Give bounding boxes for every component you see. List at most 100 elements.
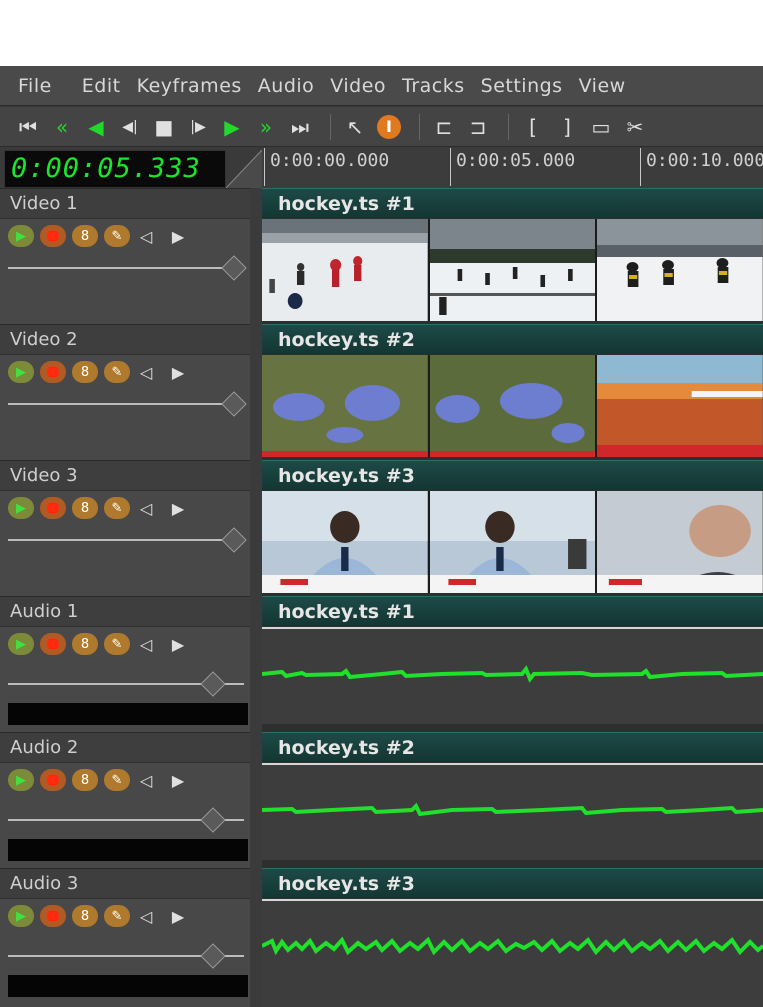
ruler-label: 0:00:10.000 <box>646 150 763 171</box>
clip-title-audio-3[interactable]: hockey.ts #3 <box>262 868 763 898</box>
menu-edit[interactable]: Edit <box>82 75 137 97</box>
fast-forward-icon[interactable]: » <box>252 113 280 141</box>
play-icon[interactable]: ▶ <box>8 497 34 519</box>
track-controls: ▶ 8 ✎ ◁ ▶ <box>8 225 200 247</box>
fast-rewind-icon[interactable]: « <box>48 113 76 141</box>
menu-tracks[interactable]: Tracks <box>402 75 481 97</box>
record-icon[interactable] <box>40 769 66 791</box>
play-icon[interactable]: ▶ <box>8 633 34 655</box>
expand-icon[interactable]: ▶ <box>168 497 188 519</box>
menu-video[interactable]: Video <box>330 75 402 97</box>
audio-clip-audio-1[interactable] <box>262 627 763 724</box>
opacity-slider[interactable] <box>8 267 244 269</box>
scissors-icon[interactable]: ✂ <box>621 113 649 141</box>
text-cursor-icon[interactable]: I <box>375 113 403 141</box>
play-icon[interactable]: ▶ <box>8 905 34 927</box>
track-controls: ▶ 8 ✎ ◁ ▶ <box>8 361 200 383</box>
edit-icon[interactable]: ✎ <box>104 225 130 247</box>
slider-handle[interactable] <box>221 391 247 417</box>
clip-thumbnails-video-3[interactable] <box>262 491 763 593</box>
record-icon[interactable] <box>40 905 66 927</box>
expand-icon[interactable]: ▶ <box>168 633 188 655</box>
toolbar-separator <box>419 113 420 140</box>
speaker-icon[interactable]: ◁ <box>136 361 156 383</box>
mark-out-icon[interactable]: ] <box>553 113 581 141</box>
lock-icon[interactable]: 8 <box>72 225 98 247</box>
lock-icon[interactable]: 8 <box>72 633 98 655</box>
skip-start-icon[interactable]: ⏮ <box>14 113 42 141</box>
clip-thumbnails-video-1[interactable] <box>262 219 763 321</box>
menu-keyframes[interactable]: Keyframes <box>137 75 258 97</box>
menu-view[interactable]: View <box>579 75 642 97</box>
timeline-ruler[interactable]: 0:00:00.000 0:00:05.000 0:00:10.000 <box>262 148 763 188</box>
track-name: Audio 1 <box>0 597 250 627</box>
rewind-icon[interactable]: ◀ <box>82 113 110 141</box>
ruler-label: 0:00:00.000 <box>270 150 390 171</box>
track-controls: ▶ 8 ✎ ◁ ▶ <box>8 497 200 519</box>
track-name: Video 1 <box>0 189 250 219</box>
track-name: Audio 3 <box>0 869 250 899</box>
lock-icon[interactable]: 8 <box>72 905 98 927</box>
speaker-icon[interactable]: ◁ <box>136 905 156 927</box>
unlink-icon[interactable]: ⊐ <box>464 113 492 141</box>
opacity-slider[interactable] <box>8 403 244 405</box>
skip-end-icon[interactable]: ⏭ <box>286 113 314 141</box>
expand-icon[interactable]: ▶ <box>168 361 188 383</box>
lock-icon[interactable]: 8 <box>72 497 98 519</box>
audio-level-meter <box>8 975 248 997</box>
pointer-icon[interactable]: ↖ <box>341 113 369 141</box>
slider-handle[interactable] <box>221 255 247 281</box>
clip-icon[interactable]: ▭ <box>587 113 615 141</box>
play-icon[interactable]: ▶ <box>8 225 34 247</box>
link-icon[interactable]: ⊏ <box>430 113 458 141</box>
clip-title-video-3[interactable]: hockey.ts #3 <box>262 460 763 490</box>
clip-title-video-1[interactable]: hockey.ts #1 <box>262 188 763 218</box>
slider-handle[interactable] <box>200 807 226 833</box>
step-forward-icon[interactable]: |▶ <box>184 113 212 141</box>
slider-handle[interactable] <box>221 527 247 553</box>
clip-title-audio-2[interactable]: hockey.ts #2 <box>262 732 763 762</box>
expand-icon[interactable]: ▶ <box>168 225 188 247</box>
speaker-icon[interactable]: ◁ <box>136 225 156 247</box>
record-icon[interactable] <box>40 633 66 655</box>
clip-thumbnails-video-2[interactable] <box>262 355 763 457</box>
step-back-icon[interactable]: ◀| <box>116 113 144 141</box>
play-icon[interactable]: ▶ <box>8 769 34 791</box>
menu-audio[interactable]: Audio <box>258 75 331 97</box>
edit-icon[interactable]: ✎ <box>104 633 130 655</box>
track-header-video-1: Video 1 ▶ 8 ✎ ◁ ▶ <box>0 188 250 324</box>
video-editor-window: File Edit Keyframes Audio Video Tracks S… <box>0 66 763 1007</box>
speaker-icon[interactable]: ◁ <box>136 633 156 655</box>
edit-icon[interactable]: ✎ <box>104 905 130 927</box>
record-icon[interactable] <box>40 225 66 247</box>
expand-icon[interactable]: ▶ <box>168 769 188 791</box>
lock-icon[interactable]: 8 <box>72 769 98 791</box>
play-icon[interactable]: ▶ <box>218 113 246 141</box>
menu-settings[interactable]: Settings <box>481 75 579 97</box>
slider-handle[interactable] <box>200 671 226 697</box>
audio-clip-audio-3[interactable] <box>262 899 763 1007</box>
record-icon[interactable] <box>40 497 66 519</box>
stop-icon[interactable]: ■ <box>150 113 178 141</box>
record-icon[interactable] <box>40 361 66 383</box>
video-thumbnail <box>429 491 598 593</box>
edit-icon[interactable]: ✎ <box>104 497 130 519</box>
audio-clip-audio-2[interactable] <box>262 763 763 860</box>
lock-icon[interactable]: 8 <box>72 361 98 383</box>
expand-icon[interactable]: ▶ <box>168 905 188 927</box>
clip-title-audio-1[interactable]: hockey.ts #1 <box>262 596 763 626</box>
audio-waveform <box>262 802 763 817</box>
menu-file[interactable]: File <box>0 75 82 97</box>
slider-handle[interactable] <box>200 943 226 969</box>
edit-icon[interactable]: ✎ <box>104 769 130 791</box>
speaker-icon[interactable]: ◁ <box>136 769 156 791</box>
opacity-slider[interactable] <box>8 539 244 541</box>
track-name: Video 3 <box>0 461 250 491</box>
play-icon[interactable]: ▶ <box>8 361 34 383</box>
speaker-icon[interactable]: ◁ <box>136 497 156 519</box>
video-thumbnail <box>262 219 430 321</box>
mark-in-icon[interactable]: [ <box>519 113 547 141</box>
clip-title-video-2[interactable]: hockey.ts #2 <box>262 324 763 354</box>
edit-icon[interactable]: ✎ <box>104 361 130 383</box>
timecode-display: 0:00:05.333 <box>4 150 226 188</box>
